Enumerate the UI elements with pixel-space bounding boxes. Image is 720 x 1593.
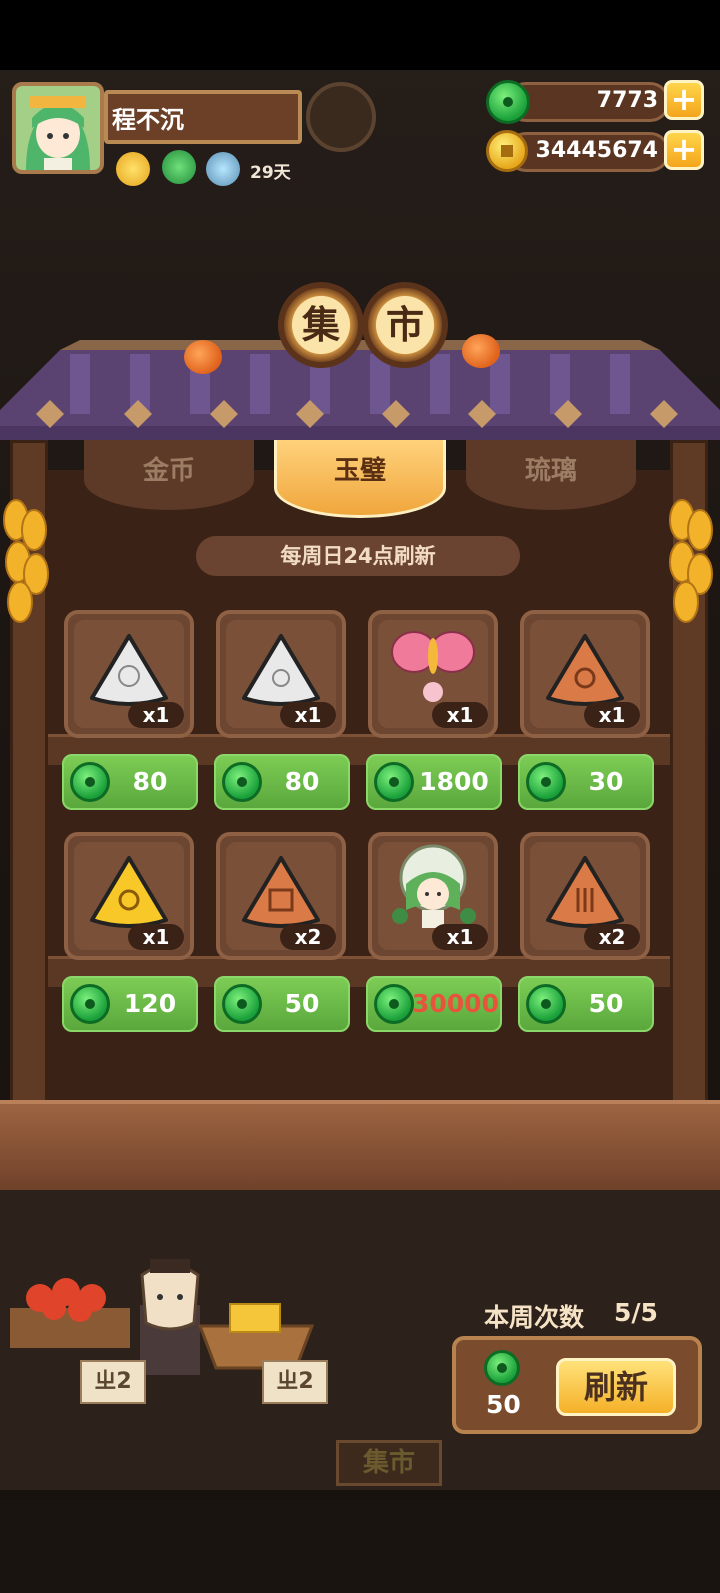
item-price: 30000: [412, 989, 499, 1018]
gold-ingot-basket: [197, 1303, 315, 1370]
jade-icon: [526, 984, 566, 1024]
item-price: 50: [284, 989, 320, 1018]
ranking-icon[interactable]: [306, 82, 376, 152]
price-button[interactable]: 50: [518, 976, 654, 1032]
price-button[interactable]: 30000: [366, 976, 502, 1032]
item-quantity: x2: [584, 924, 640, 950]
persimmon-decoration: [184, 340, 222, 374]
green-hair-character-icon: [392, 844, 476, 928]
brown-zongzi-swirl-icon: [546, 634, 624, 706]
white-zongzi-crab-icon: [90, 634, 168, 706]
price-button[interactable]: 30: [518, 754, 654, 810]
add-jade-button[interactable]: +: [664, 80, 704, 120]
market-title-char: 集: [278, 282, 364, 368]
corn-decoration: [3, 499, 49, 623]
refresh-cost: 50: [486, 1390, 521, 1419]
item-quantity: x1: [280, 702, 336, 728]
corn-decoration: [669, 499, 713, 623]
persimmon-decoration: [462, 334, 500, 368]
item-quantity: x2: [280, 924, 336, 950]
jade-amount: 7773: [596, 88, 658, 113]
item-quantity: x1: [128, 924, 184, 950]
weekly-count-value: 5/5: [614, 1298, 658, 1327]
tab-jade[interactable]: 玉璧: [274, 440, 446, 518]
refresh-button[interactable]: 刷新: [556, 1358, 676, 1416]
item-slot[interactable]: x2: [216, 832, 346, 960]
item-slot[interactable]: x1: [216, 610, 346, 738]
jade-boost-icon[interactable]: [162, 150, 196, 184]
stall-counter: [0, 1100, 720, 1194]
item-price: 30: [588, 767, 624, 796]
item-quantity: x1: [584, 702, 640, 728]
price-button[interactable]: 1800: [366, 754, 502, 810]
player-avatar[interactable]: [12, 82, 104, 174]
jade-icon: [222, 762, 262, 802]
item-quantity: x1: [432, 702, 488, 728]
gold-zongzi-icon: [90, 856, 168, 928]
price-button[interactable]: 80: [214, 754, 350, 810]
item-slot[interactable]: x1: [368, 610, 498, 738]
item-price: 80: [132, 767, 168, 796]
add-gold-button[interactable]: +: [664, 130, 704, 170]
item-price: 1800: [419, 767, 489, 796]
item-slot[interactable]: x1: [64, 610, 194, 738]
price-tag: ㄓ2: [80, 1360, 146, 1404]
gold-boost-icon[interactable]: [116, 152, 150, 186]
item-slot[interactable]: x1: [520, 610, 650, 738]
price-button[interactable]: 50: [214, 976, 350, 1032]
item-slot[interactable]: x2: [520, 832, 650, 960]
market-title-char: 市: [362, 282, 448, 368]
item-price: 80: [284, 767, 320, 796]
brown-zongzi-glyph-icon: [242, 856, 320, 928]
white-zongzi-flower-icon: [242, 634, 320, 706]
item-price: 50: [588, 989, 624, 1018]
item-quantity: x1: [432, 924, 488, 950]
jade-icon: [222, 984, 262, 1024]
status-bar: [0, 0, 720, 70]
jade-icon: [374, 984, 414, 1024]
jade-icon: [70, 762, 110, 802]
login-days: 29天: [250, 163, 291, 183]
jade-icon: [486, 80, 530, 124]
bottom-bar: [0, 1500, 720, 1593]
item-slot[interactable]: x1: [64, 832, 194, 960]
item-slot[interactable]: x1: [368, 832, 498, 960]
price-button[interactable]: 120: [62, 976, 198, 1032]
item-price: 120: [123, 989, 177, 1018]
tomato-basket: [10, 1278, 130, 1348]
jade-icon: [374, 762, 414, 802]
jade-icon: [526, 762, 566, 802]
price-button[interactable]: 80: [62, 754, 198, 810]
market-sign: 集市: [336, 1440, 442, 1486]
jade-icon: [484, 1350, 520, 1386]
tab-glass[interactable]: 琉璃: [466, 440, 636, 510]
jade-icon: [70, 984, 110, 1024]
refresh-schedule-note: 每周日24点刷新: [196, 536, 520, 576]
price-tag: ㄓ2: [262, 1360, 328, 1404]
pink-butterfly-icon: [391, 631, 475, 702]
glass-boost-icon[interactable]: [206, 152, 240, 186]
brown-zongzi-lines-icon: [546, 856, 624, 928]
item-quantity: x1: [128, 702, 184, 728]
gold-amount: 34445674: [535, 138, 658, 163]
stall-roof: [0, 340, 720, 440]
tab-gold-coins[interactable]: 金币: [84, 440, 254, 510]
weekly-count-label: 本周次数: [484, 1303, 585, 1332]
player-name: 程不沉: [112, 106, 184, 134]
